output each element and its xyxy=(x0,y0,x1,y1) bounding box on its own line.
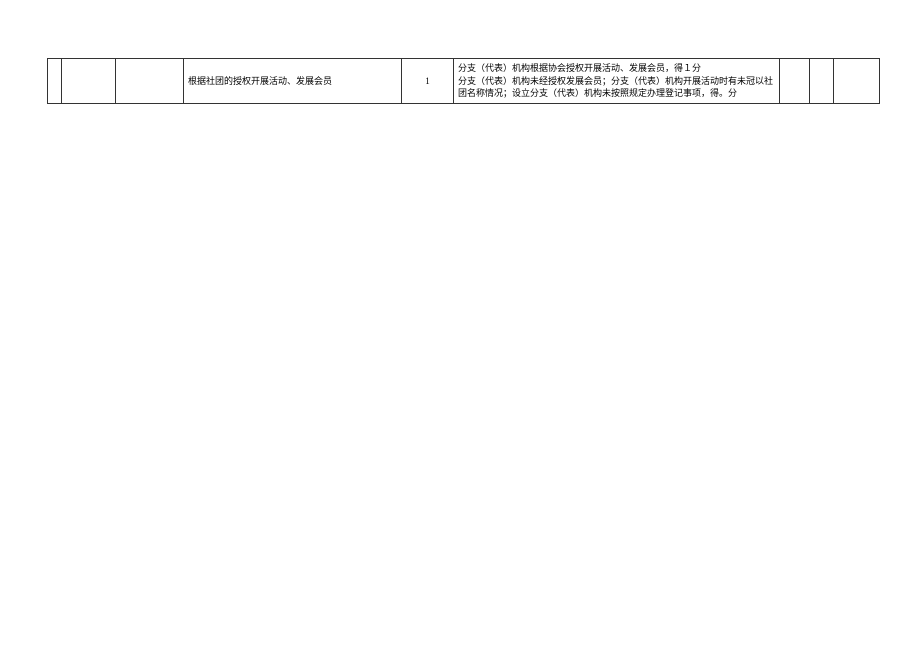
cell-col2 xyxy=(62,59,116,104)
evaluation-table: 根据社团的授权开展活动、发展会员 1 分支（代表）机构根据协会授权开展活动、发展… xyxy=(47,58,879,104)
cell-col3 xyxy=(116,59,184,104)
cell-col1 xyxy=(48,59,62,104)
cell-criteria: 分支（代表）机构根据协会授权开展活动、发展会员，得１分分支（代表）机构未经授权发… xyxy=(454,59,780,104)
table-row: 根据社团的授权开展活动、发展会员 1 分支（代表）机构根据协会授权开展活动、发展… xyxy=(48,59,880,104)
cell-col7 xyxy=(780,59,810,104)
cell-description: 根据社团的授权开展活动、发展会员 xyxy=(184,59,402,104)
table: 根据社团的授权开展活动、发展会员 1 分支（代表）机构根据协会授权开展活动、发展… xyxy=(47,58,880,104)
cell-col9 xyxy=(834,59,880,104)
cell-score: 1 xyxy=(402,59,454,104)
cell-col8 xyxy=(810,59,834,104)
